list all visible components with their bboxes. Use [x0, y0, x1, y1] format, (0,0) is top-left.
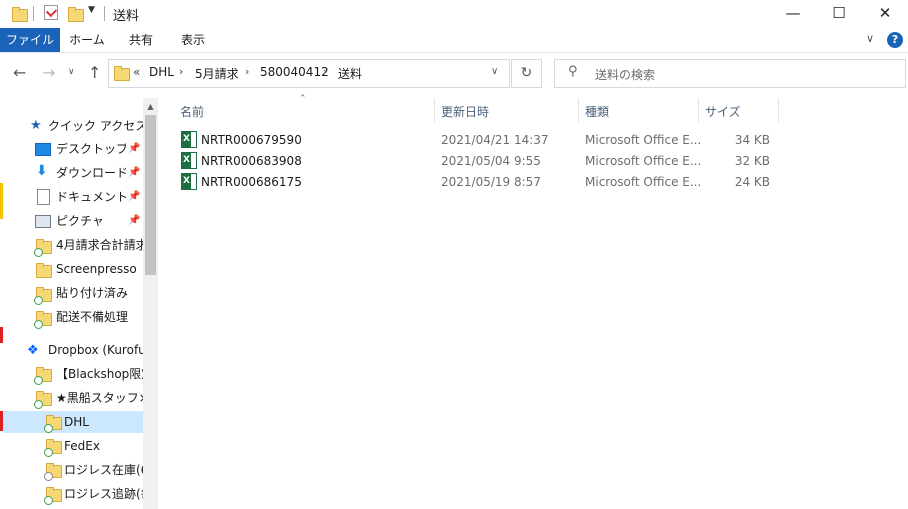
file-type: Microsoft Office E...: [585, 133, 702, 147]
file-date: 2021/05/04 9:55: [441, 154, 541, 168]
nav-screenpresso[interactable]: Screenpresso: [56, 258, 143, 280]
excel-file-icon: [181, 152, 197, 169]
refresh-button[interactable]: ↻: [511, 59, 542, 88]
scroll-thumb[interactable]: [145, 115, 156, 275]
excel-file-icon: [181, 173, 197, 190]
sync-status-icon: [44, 496, 53, 505]
pin-icon[interactable]: 📌: [128, 143, 140, 154]
file-type: Microsoft Office E...: [585, 175, 702, 189]
nav-dropbox[interactable]: Dropbox (Kurofun: [48, 339, 143, 361]
search-icon: ⚲: [568, 64, 578, 79]
column-divider[interactable]: [778, 98, 779, 122]
sort-ascending-icon: ⌃: [299, 94, 307, 104]
breadcrumb-may-invoice[interactable]: 5月請求: [195, 65, 239, 82]
expand-ribbon-icon[interactable]: ∨: [866, 32, 874, 45]
maximize-button[interactable]: ☐: [816, 0, 862, 28]
sync-status-icon: [44, 448, 53, 457]
folder-icon: [36, 263, 52, 278]
address-dropdown-icon[interactable]: ∨: [491, 66, 498, 77]
nav-blackshop[interactable]: 【Blackshop限定: [56, 363, 143, 385]
breadcrumb-separator[interactable]: ›: [179, 65, 183, 78]
breadcrumb-account[interactable]: 580040412: [260, 65, 329, 79]
download-icon: ⬇: [36, 163, 48, 179]
breadcrumb-separator[interactable]: ›: [245, 65, 249, 78]
pin-icon[interactable]: 📌: [128, 167, 140, 178]
pin-icon[interactable]: 📌: [128, 215, 140, 226]
check-mark-icon: [45, 5, 58, 18]
nav-kurofune-staff[interactable]: ★黒船スタッフ×T: [56, 387, 143, 409]
close-button[interactable]: ✕: [862, 0, 908, 28]
nav-desktop[interactable]: デスクトップ: [56, 138, 126, 160]
document-icon: [37, 189, 50, 205]
desktop-icon: [35, 143, 51, 156]
nav-documents[interactable]: ドキュメント: [56, 186, 126, 208]
sync-status-icon: [34, 296, 43, 305]
sync-status-icon: [34, 376, 43, 385]
forward-button[interactable]: →: [42, 63, 55, 82]
file-name[interactable]: NRTR000679590: [201, 133, 302, 147]
recent-locations-icon[interactable]: ∨: [68, 67, 75, 77]
help-icon[interactable]: ?: [887, 32, 903, 48]
up-button[interactable]: ↑: [88, 63, 101, 82]
pin-icon[interactable]: 📌: [128, 191, 140, 202]
sync-status-icon: [34, 400, 43, 409]
nav-pasted[interactable]: 貼り付け済み: [56, 282, 143, 304]
edge-marker: [0, 183, 3, 219]
scroll-up-icon[interactable]: ▲: [143, 98, 158, 115]
column-divider[interactable]: [578, 98, 579, 122]
tab-home[interactable]: ホーム: [62, 28, 112, 52]
back-button[interactable]: ←: [13, 63, 26, 82]
file-date: 2021/04/21 14:37: [441, 133, 549, 147]
sync-status-icon: [34, 320, 43, 329]
file-date: 2021/05/19 8:57: [441, 175, 541, 189]
edge-marker: [0, 327, 3, 343]
file-size: 24 KB: [734, 175, 770, 189]
nav-quick-access[interactable]: クイック アクセス: [48, 115, 143, 137]
column-size[interactable]: サイズ: [705, 103, 741, 120]
tab-share[interactable]: 共有: [118, 28, 164, 52]
minimize-button[interactable]: —: [770, 0, 816, 28]
search-input[interactable]: 送料の検索: [595, 66, 655, 83]
column-date[interactable]: 更新日時: [441, 103, 489, 120]
column-type[interactable]: 種類: [585, 103, 609, 120]
breadcrumb-shipping[interactable]: 送料: [338, 65, 362, 82]
breadcrumb-separator[interactable]: ›: [323, 65, 327, 78]
nav-logiless-tracking[interactable]: ロジレス追跡(毎: [64, 483, 143, 505]
sync-status-icon: [44, 424, 53, 433]
breadcrumb-overflow[interactable]: «: [133, 65, 140, 79]
tab-view[interactable]: 表示: [170, 28, 216, 52]
pictures-icon: [35, 215, 51, 228]
nav-logiless-stock[interactable]: ロジレス在庫(6の: [64, 459, 143, 481]
divider: [104, 6, 105, 21]
customize-toolbar-icon[interactable]: ▼: [88, 5, 95, 15]
column-name[interactable]: 名前: [180, 103, 204, 120]
file-size: 32 KB: [734, 154, 770, 168]
nav-fedex[interactable]: FedEx: [64, 435, 143, 457]
breadcrumb-dhl[interactable]: DHL: [149, 65, 174, 79]
nav-delivery-issues[interactable]: 配送不備処理: [56, 306, 143, 328]
file-size: 34 KB: [734, 133, 770, 147]
file-type: Microsoft Office E...: [585, 154, 702, 168]
folder-icon: [12, 7, 28, 22]
file-name[interactable]: NRTR000686175: [201, 175, 302, 189]
dropbox-icon: ❖: [27, 343, 39, 358]
star-icon: ★: [30, 118, 42, 133]
folder-icon: [114, 66, 130, 81]
sync-status-icon: [34, 248, 43, 257]
file-name[interactable]: NRTR000683908: [201, 154, 302, 168]
nav-dhl[interactable]: DHL: [64, 411, 143, 433]
properties-icon[interactable]: [44, 5, 58, 20]
nav-pictures[interactable]: ピクチャ: [56, 210, 126, 232]
column-divider[interactable]: [698, 98, 699, 122]
new-folder-icon[interactable]: [68, 7, 84, 22]
nav-april-invoice[interactable]: 4月請求合計請求: [56, 234, 143, 256]
tab-file[interactable]: ファイル: [0, 28, 60, 52]
nav-downloads[interactable]: ダウンロード: [56, 162, 126, 184]
column-divider[interactable]: [434, 98, 435, 122]
divider: [33, 6, 34, 21]
window-title: 送料: [113, 9, 140, 24]
sync-status-icon: [44, 472, 53, 481]
excel-file-icon: [181, 131, 197, 148]
